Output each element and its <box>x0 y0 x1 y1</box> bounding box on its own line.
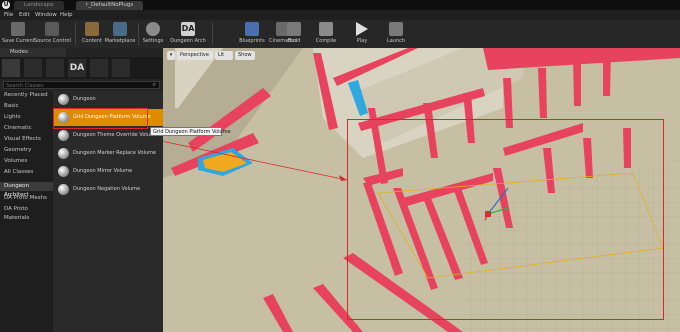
unreal-logo-icon: U <box>2 1 10 9</box>
play-button[interactable]: Play <box>352 21 372 47</box>
content-button[interactable]: Content <box>80 21 104 47</box>
landscape-mode-icon[interactable] <box>46 59 64 77</box>
category-dungeon-architect[interactable]: Dungeon Architect <box>0 182 53 198</box>
modes-icon-bar: DA <box>0 57 163 79</box>
level-viewport[interactable]: ▾ Perspective Lit Show <box>163 48 680 332</box>
place-mode-icon[interactable] <box>2 59 20 77</box>
build-button[interactable]: Build <box>284 21 304 47</box>
title-bar: U Landscape r_DefaultNoPlugs <box>0 0 680 10</box>
category-recently-placed[interactable]: Recently Placed <box>0 91 53 100</box>
actor-sphere-icon <box>58 148 69 159</box>
tab-landscape[interactable]: Landscape <box>14 1 64 10</box>
save-icon <box>11 22 25 36</box>
compile-icon <box>319 22 333 36</box>
list-item-dungeon-marker-replace-volume[interactable]: Dungeon Marker Replace Volume <box>53 145 163 162</box>
menu-edit[interactable]: Edit <box>19 10 30 20</box>
menu-help[interactable]: Help <box>60 10 73 20</box>
item-tooltip: Grid Dungeon Platform Volume <box>150 127 231 136</box>
marketplace-icon <box>113 22 127 36</box>
toolbar-separator <box>75 23 76 45</box>
blueprints-button[interactable]: Blueprints <box>238 21 266 47</box>
category-basic[interactable]: Basic <box>0 102 53 111</box>
content-icon <box>85 22 99 36</box>
geometry-mode-icon[interactable] <box>112 59 130 77</box>
menu-file[interactable]: File <box>4 10 13 20</box>
show-button[interactable]: Show <box>235 51 255 60</box>
category-list: Recently Placed Basic Lights Cinematic V… <box>0 91 53 332</box>
category-da-proto-meshs[interactable]: DA Proto Meshs <box>0 194 53 203</box>
category-cinematic[interactable]: Cinematic <box>0 124 53 133</box>
viewport-options-icon[interactable]: ▾ <box>167 51 175 60</box>
toolbar-separator <box>212 23 213 45</box>
save-current-button[interactable]: Save Current <box>2 21 35 47</box>
main-toolbar: Save Current Source Control Content Mark… <box>0 20 680 49</box>
modes-panel: Modes DA ⌕ Recently Placed Basic Lights … <box>0 48 163 332</box>
list-item-dungeon-mirror-volume[interactable]: Dungeon Mirror Volume <box>53 163 163 180</box>
source-control-button[interactable]: Source Control <box>34 21 71 47</box>
search-input[interactable] <box>4 83 146 89</box>
actor-sphere-icon <box>58 166 69 177</box>
category-volumes[interactable]: Volumes <box>0 157 53 166</box>
menu-window[interactable]: Window <box>35 10 57 20</box>
category-visual-effects[interactable]: Visual Effects <box>0 135 53 144</box>
list-item-dungeon-negation-volume[interactable]: Dungeon Negation Volume <box>53 181 163 198</box>
item-highlight-box <box>53 108 148 129</box>
gear-icon <box>146 22 160 36</box>
modes-tab[interactable]: Modes <box>0 48 66 57</box>
lit-button[interactable]: Lit <box>215 51 233 60</box>
compile-button[interactable]: Compile <box>312 21 340 47</box>
category-lights[interactable]: Lights <box>0 113 53 122</box>
actor-sphere-icon <box>58 184 69 195</box>
build-icon <box>287 22 301 36</box>
launch-button[interactable]: Launch <box>384 21 408 47</box>
blueprints-icon <box>245 22 259 36</box>
source-control-icon <box>45 22 59 36</box>
actor-sphere-icon <box>58 94 69 105</box>
paint-mode-icon[interactable] <box>24 59 42 77</box>
play-icon <box>356 22 368 36</box>
marketplace-button[interactable]: Marketplace <box>104 21 136 47</box>
tab-default-no-plugs[interactable]: r_DefaultNoPlugs <box>76 1 144 10</box>
category-geometry[interactable]: Geometry <box>0 146 53 155</box>
category-all-classes[interactable]: All Classes <box>0 168 53 177</box>
dungeon-arch-button[interactable]: DA Dungeon Arch <box>170 21 206 47</box>
highlight-rectangle <box>347 119 664 320</box>
perspective-button[interactable]: Perspective <box>177 51 213 60</box>
list-item-dungeon-theme-override-volume[interactable]: Dungeon Theme Override Volume <box>53 127 163 144</box>
list-item-dungeon[interactable]: Dungeon <box>53 91 163 108</box>
search-classes-box[interactable]: ⌕ <box>3 81 160 89</box>
dungeon-arch-icon: DA <box>181 22 195 36</box>
category-da-proto-materials[interactable]: DA Proto Materials <box>0 205 53 221</box>
actor-sphere-icon <box>58 130 69 141</box>
launch-icon <box>389 22 403 36</box>
foliage-mode-icon[interactable] <box>90 59 108 77</box>
settings-button[interactable]: Settings <box>140 21 166 47</box>
menu-bar: File Edit Window Help <box>0 10 680 20</box>
toolbar-separator <box>138 23 139 45</box>
search-icon: ⌕ <box>152 81 156 88</box>
dungeon-arch-mode-icon[interactable]: DA <box>68 59 86 77</box>
